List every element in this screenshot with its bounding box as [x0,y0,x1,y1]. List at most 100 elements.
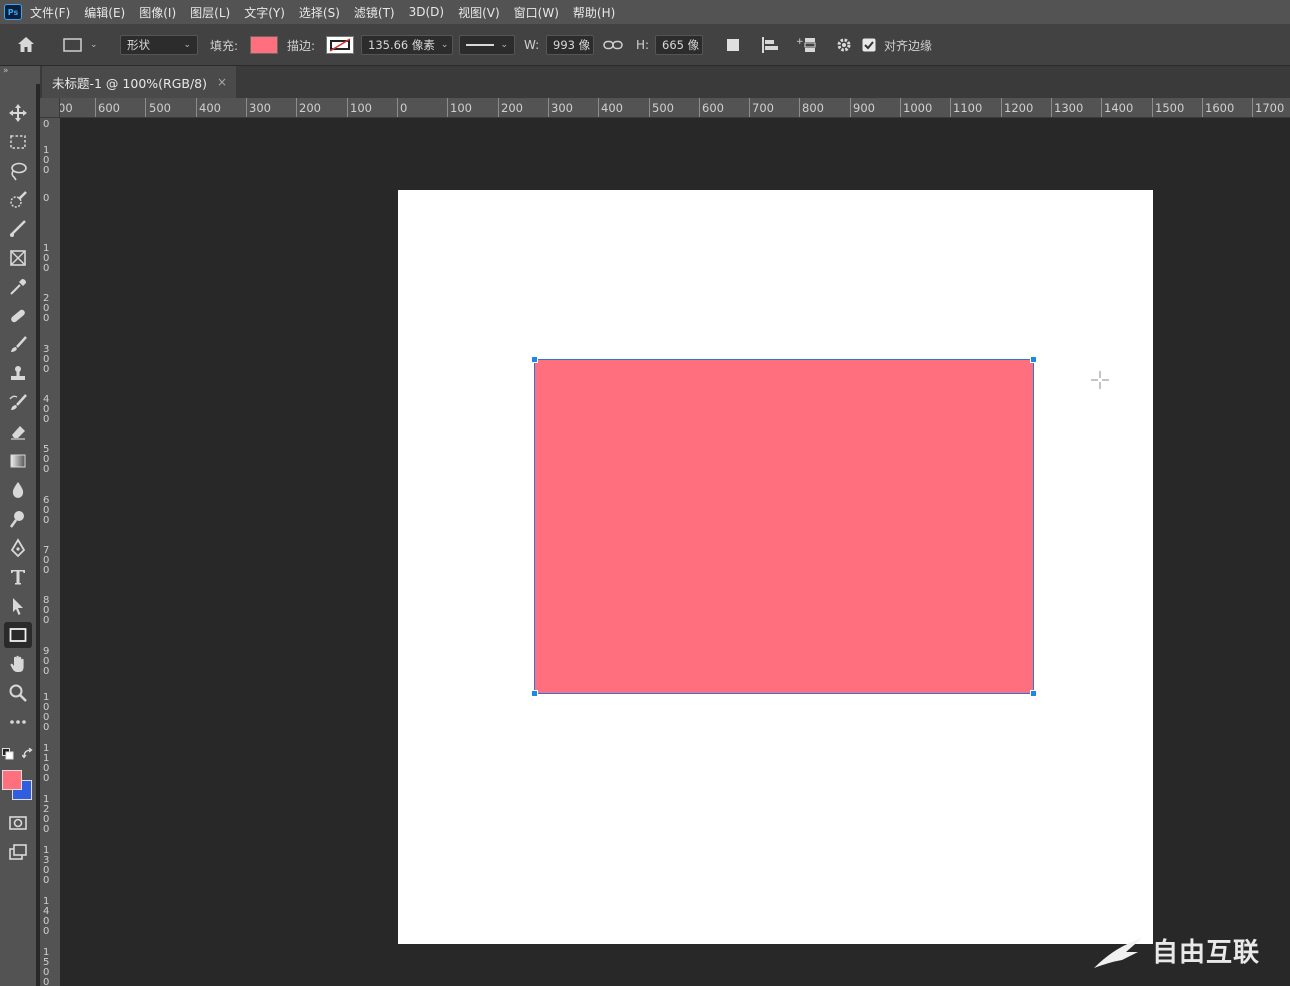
eyedropper-tool-button[interactable] [4,274,32,300]
crop-tool-icon [10,220,26,237]
gear-icon [837,38,851,52]
rectangle-tool-button[interactable] [4,622,32,648]
healing-tool-button[interactable] [4,303,32,329]
transform-handle-bottom-right[interactable] [1030,690,1037,697]
path-operations-button[interactable] [724,24,742,66]
screen-mode-button[interactable] [4,839,32,865]
menu-file[interactable]: 文件(F) [30,4,70,21]
chevron-down-icon: ⌄ [183,40,191,50]
ruler-digit: 0 [43,263,50,274]
fill-color-swatch[interactable] [250,24,278,66]
width-input[interactable]: 993 像 [546,24,594,66]
frame-tool-button[interactable] [4,245,32,271]
hand-tool-icon [10,655,24,672]
ruler-tick [1252,98,1253,117]
ruler-tick [447,98,448,117]
ruler-tick [95,98,96,117]
transform-handle-bottom-left[interactable] [531,690,538,697]
default-colors-icon[interactable] [2,748,14,760]
align-edges-checkbox[interactable]: 对齐边缘 [862,24,932,66]
screen-mode-icon [9,844,27,860]
more-tools-button[interactable] [4,709,32,735]
ruler-tick [749,98,750,117]
type-tool-button[interactable] [4,564,32,590]
ruler-tick [397,98,398,117]
tools-panel [0,84,36,986]
stamp-tool-icon [11,366,25,380]
document-tab[interactable]: 未标题-1 @ 100%(RGB/8) × [42,66,236,98]
photoshop-logo-icon[interactable]: Ps [4,4,22,20]
gradient-tool-button[interactable] [4,448,32,474]
dodge-tool-icon [9,511,24,528]
lasso-tool-button[interactable] [4,158,32,184]
menu-image[interactable]: 图像(I) [139,4,176,21]
ruler-label: 700 [752,101,774,115]
menu-window[interactable]: 窗口(W) [514,4,559,21]
home-button[interactable] [16,24,36,66]
tool-mode-select[interactable]: 形状 ⌄ [120,24,198,66]
stroke-width-input[interactable]: 135.66 像素 ⌄ [361,24,453,66]
stroke-color-swatch[interactable] [326,24,354,66]
ruler-label: 0 [400,101,408,115]
transform-handle-top-left[interactable] [531,356,538,363]
ruler-label: 200 [299,101,321,115]
watermark-logo-icon [1094,938,1142,968]
path-alignment-button[interactable] [760,24,780,66]
ruler-tick [799,98,800,117]
history-brush-tool-button[interactable] [4,390,32,416]
fill-swatch-color [250,36,278,54]
brush-tool-icon [11,336,27,352]
ruler-digit: 0 [43,565,50,576]
ruler-tick [196,98,197,117]
zoom-tool-button[interactable] [4,680,32,706]
rectangle-shape-layer[interactable] [534,359,1034,694]
ruler-digit: 0 [43,824,50,835]
eyedropper-tool-icon [10,279,26,295]
menu-select[interactable]: 选择(S) [299,4,340,21]
menu-layer[interactable]: 图层(L) [190,4,230,21]
swap-colors-icon[interactable] [22,748,34,760]
quick-mask-button[interactable] [4,810,32,836]
hand-tool-button[interactable] [4,651,32,677]
menu-filter[interactable]: 滤镜(T) [354,4,395,21]
panel-collapse-button[interactable]: » [0,66,40,84]
fill-label: 填充: [210,38,239,53]
blur-tool-button[interactable] [4,477,32,503]
menu-type[interactable]: 文字(Y) [244,4,285,21]
brush-tool-button[interactable] [4,332,32,358]
ruler-digit: 0 [43,464,50,475]
ruler-label: 600 [98,101,120,115]
path-arrangement-button[interactable]: + [796,24,818,66]
dodge-tool-button[interactable] [4,506,32,532]
marquee-tool-button[interactable] [4,129,32,155]
foreground-color-swatch[interactable] [2,770,22,790]
ruler-label: 500 [652,101,674,115]
stamp-tool-button[interactable] [4,361,32,387]
crosshair-cursor-icon [1091,371,1109,389]
close-icon[interactable]: × [217,75,227,89]
ruler-label: 300 [249,101,271,115]
height-value: 665 像 [662,38,700,52]
ruler-digit: 0 [43,773,50,784]
tool-preset-picker[interactable]: ⌄ [62,24,98,66]
path-select-tool-button[interactable] [4,593,32,619]
height-input[interactable]: 665 像 [655,24,703,66]
settings-button[interactable] [835,24,853,66]
link-dimensions-button[interactable] [603,24,623,66]
eraser-tool-button[interactable] [4,419,32,445]
ruler-tick [548,98,549,117]
stroke-type-select[interactable]: ⌄ [459,24,515,66]
menu-view[interactable]: 视图(V) [458,4,500,21]
ruler-corner[interactable] [40,98,60,118]
menu-3d[interactable]: 3D(D) [409,5,444,19]
menu-help[interactable]: 帮助(H) [573,4,615,21]
transform-handle-top-right[interactable] [1030,356,1037,363]
menu-edit[interactable]: 编辑(E) [84,4,125,21]
quick-select-tool-button[interactable] [4,187,32,213]
ruler-digit: 0 [43,977,50,986]
eraser-tool-icon [11,426,25,440]
pen-tool-button[interactable] [4,535,32,561]
crop-tool-button[interactable] [4,216,32,242]
quick-mask-icon [9,816,27,830]
move-tool-button[interactable] [4,100,32,126]
